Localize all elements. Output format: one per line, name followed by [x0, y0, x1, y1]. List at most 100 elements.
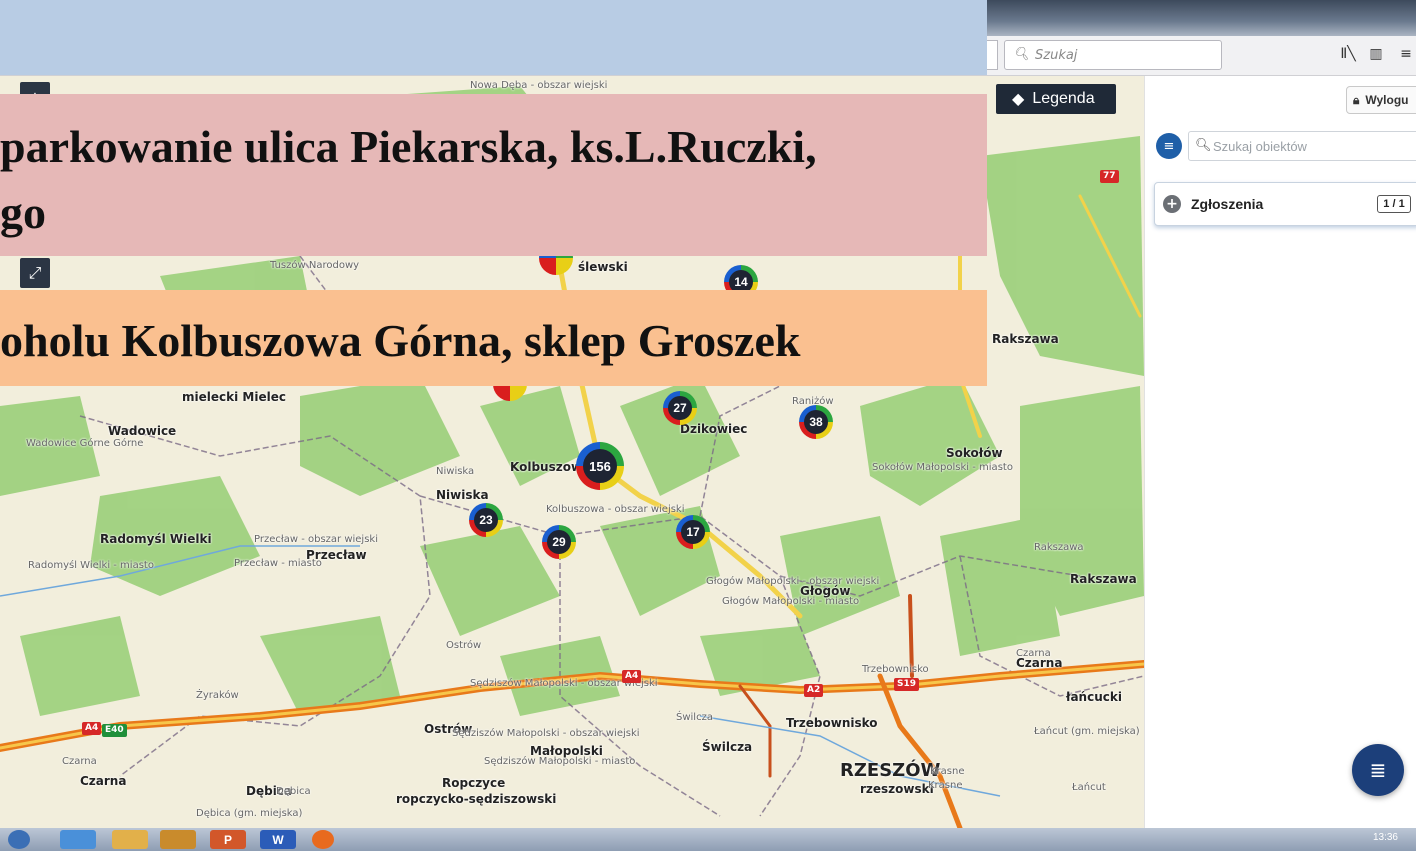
plus-icon[interactable]: +	[1163, 195, 1181, 213]
place-debica-gm: Dębica (gm. miejska)	[196, 808, 303, 819]
cluster-count: 17	[681, 520, 705, 544]
place-lancut-2: Łańcut (gm. miejska)	[1034, 726, 1140, 737]
place-kolbuszowa-ow: Kolbuszowa - obszar wiejski	[546, 504, 685, 515]
road-shield-a4-mid: A4	[622, 670, 642, 683]
place-ropczycko: ropczycko-sędziszowski	[396, 792, 557, 806]
road-shield-e40: E40	[102, 724, 127, 737]
place-sokolow: Sokołów	[946, 446, 1003, 460]
place-niwiska-1: Niwiska	[436, 466, 475, 477]
place-nowa-deba: Nowa Dęba - obszar wiejski	[470, 80, 608, 91]
report-cluster[interactable]: 23	[469, 503, 503, 537]
sidebar-icon[interactable]: ▥	[1366, 46, 1386, 66]
place-glogow-m: Głogów Małopolski - miasto	[722, 596, 860, 607]
place-trzebownisko-1: Trzebownisko	[862, 664, 929, 675]
road-shield-a4-left: A4	[82, 722, 102, 735]
browser-search-input[interactable]: 🔍︎ Szukaj	[1004, 40, 1222, 70]
report-cluster[interactable]: 156	[576, 442, 624, 490]
overlay-text-line-1: parkowanie ulica Piekarska, ks.L.Ruczki,	[0, 121, 817, 172]
legend-label: Legenda	[1032, 90, 1095, 107]
place-rakszawa-2: Rakszawa	[1070, 572, 1137, 586]
reports-count-badge: 1 / 1	[1377, 195, 1411, 213]
overlay-text-line-3: oholu Kolbuszowa Górna, sklep Groszek	[0, 315, 801, 366]
overlay-text-line-2: go	[0, 187, 46, 238]
logout-button[interactable]: 🔒︎ Wylogu	[1346, 86, 1416, 114]
road-shield-77: 77	[1100, 170, 1119, 183]
browser-task-icon[interactable]	[60, 830, 96, 849]
overlay-band-pink: parkowanie ulica Piekarska, ks.L.Ruczki,…	[0, 94, 987, 256]
place-ostrow-1: Ostrów	[446, 640, 482, 651]
search-icon: 🔍︎	[1195, 138, 1212, 153]
filter-icon: ≣	[1369, 758, 1387, 782]
object-search-input[interactable]: 🔍︎ Szukaj obiektów	[1188, 131, 1416, 161]
object-search-placeholder: Szukaj obiektów	[1213, 139, 1307, 154]
road-shield-a2: A2	[804, 684, 824, 697]
place-trzebownisko-2: Trzebownisko	[786, 716, 878, 730]
firefox-task-icon[interactable]	[312, 830, 334, 849]
lock-icon: 🔒︎	[1353, 92, 1360, 107]
cluster-count: 156	[583, 449, 617, 483]
place-tuszow: Tuszów Narodowy	[270, 260, 360, 271]
report-cluster[interactable]: 17	[676, 515, 710, 549]
place-sokolow-m: Sokołów Małopolski - miasto	[872, 462, 1013, 473]
report-cluster[interactable]: 38	[799, 405, 833, 439]
place-malopolski: Małopolski	[530, 744, 603, 758]
place-swilcza-2: Świlcza	[702, 740, 753, 754]
start-icon[interactable]	[8, 830, 30, 849]
layers-icon: ◆	[1012, 91, 1025, 108]
library-icon[interactable]: Ⅱ╲	[1338, 46, 1358, 66]
place-rzeszowski: rzeszowski	[860, 782, 934, 796]
place-czarna-2: Czarna	[1016, 656, 1063, 670]
place-dzikowiec: Dzikowiec	[680, 422, 748, 436]
place-debica-2: Dębica	[276, 786, 311, 797]
place-niwiska-2: Niwiska	[436, 488, 489, 502]
report-cluster[interactable]: 29	[542, 525, 576, 559]
reports-layer-item[interactable]: + Zgłoszenia 1 / 1	[1154, 182, 1416, 226]
folder-task-icon[interactable]	[112, 830, 148, 849]
legend-button[interactable]: ◆ Legenda	[996, 84, 1116, 114]
place-czarna-4: Czarna	[80, 774, 127, 788]
overlay-band-orange: oholu Kolbuszowa Górna, sklep Groszek	[0, 290, 987, 386]
place-rakszawa-3: Rakszawa	[992, 332, 1059, 346]
place-mielecki: mielecki Mielec	[182, 390, 286, 404]
place-radomysl: Radomyśl Wielki	[100, 532, 212, 546]
report-cluster[interactable]: 27	[663, 391, 697, 425]
place-ropczyce: Ropczyce	[442, 776, 506, 790]
place-slewski: ślewski	[578, 260, 628, 274]
browser-search-placeholder: Szukaj	[1035, 48, 1078, 63]
place-krasne-2: Krasne	[928, 780, 963, 791]
place-sedziszow-2: Sędziszów Małopolski - obszar wiejski	[452, 728, 640, 739]
place-przeclaw-m: Przecław - miasto	[234, 558, 322, 569]
fullscreen-icon[interactable]: ⤢	[20, 258, 50, 288]
reports-label: Zgłoszenia	[1191, 196, 1264, 212]
cluster-count: 27	[668, 396, 692, 420]
filter-fab-button[interactable]: ≣	[1352, 744, 1404, 796]
place-lancut-1: łańcucki	[1066, 690, 1122, 704]
logout-label: Wylogu	[1365, 93, 1409, 107]
place-rakszawa-1: Rakszawa	[1034, 542, 1084, 553]
place-przeclaw-ow: Przecław - obszar wiejski	[254, 534, 378, 545]
overlay-band-blue	[0, 0, 987, 75]
place-rzeszow: RZESZÓW	[840, 760, 941, 781]
cluster-count: 29	[547, 530, 571, 554]
place-wadowice-gorne: Wadowice Górne Górne	[26, 438, 144, 449]
search-icon: 🔍︎	[1013, 47, 1030, 62]
menu-icon[interactable]: ≡	[1396, 46, 1416, 66]
place-lancut-3: Łańcut	[1072, 782, 1106, 793]
place-radomysl-m: Radomyśl Wielki - miasto	[28, 560, 154, 571]
word-task-icon[interactable]: W	[260, 830, 296, 849]
media-task-icon[interactable]	[160, 830, 196, 849]
place-swilcza-1: Świlcza	[676, 712, 713, 723]
cluster-count: 23	[474, 508, 498, 532]
place-wadowice: Wadowice	[108, 424, 177, 438]
os-taskbar: P W 13:36	[0, 828, 1416, 851]
taskbar-clock: 13:36	[1372, 832, 1398, 843]
place-krasne-1: Krasne	[930, 766, 965, 777]
address-bar-end[interactable]	[986, 40, 998, 70]
road-shield-s19: S19	[894, 678, 920, 691]
powerpoint-task-icon[interactable]: P	[210, 830, 246, 849]
place-czarna-3: Czarna	[62, 756, 97, 767]
place-zyrakow: Żyraków	[196, 690, 239, 701]
list-menu-icon[interactable]: ≡	[1156, 133, 1182, 159]
place-glogow: Głogów Małopolski - obszar wiejski	[706, 576, 880, 587]
cluster-count: 38	[804, 410, 828, 434]
